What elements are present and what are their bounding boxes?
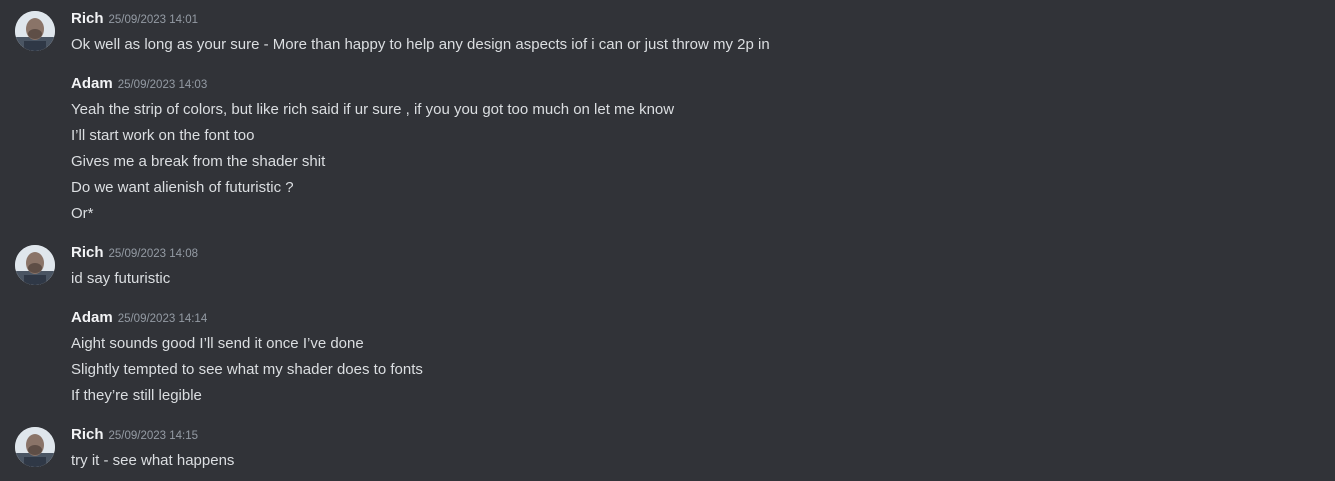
chat-message-list: Rich 25/09/2023 14:01 Ok well as long as … xyxy=(0,0,1335,481)
user-avatar-icon xyxy=(15,11,55,51)
message-text: Or* xyxy=(71,205,94,222)
message-header: Rich 25/09/2023 14:01 xyxy=(71,6,1315,32)
message-header: Rich 25/09/2023 14:08 xyxy=(71,240,1315,266)
message-text: id say futuristic xyxy=(71,270,171,287)
author-name[interactable]: Adam xyxy=(71,75,113,92)
avatar[interactable] xyxy=(15,245,55,285)
message-text: try it - see what happens xyxy=(71,452,235,469)
avatar[interactable] xyxy=(15,11,55,51)
message-text: Slightly tempted to see what my shader d… xyxy=(71,361,423,378)
message-text: Aight sounds good I’ll send it once I’ve… xyxy=(71,335,364,352)
message-group: Rich 25/09/2023 14:01 Ok well as long as … xyxy=(0,6,1335,58)
author-name[interactable]: Rich xyxy=(71,426,104,443)
avatar[interactable] xyxy=(15,427,55,467)
author-name[interactable]: Adam xyxy=(71,309,113,326)
message-timestamp[interactable]: 25/09/2023 14:08 xyxy=(109,248,199,260)
message-text: I’ll start work on the font too xyxy=(71,127,255,144)
message-timestamp[interactable]: 25/09/2023 14:01 xyxy=(109,14,199,26)
message-group: Adam 25/09/2023 14:03 Yeah the strip of c… xyxy=(0,71,1335,227)
message-group: Rich 25/09/2023 14:08 id say futuristic xyxy=(0,240,1335,292)
message-text: If they’re still legible xyxy=(71,387,202,404)
message-text: Yeah the strip of colors, but like rich … xyxy=(71,101,675,118)
message-header: Adam 25/09/2023 14:03 xyxy=(71,71,1315,97)
user-avatar-icon xyxy=(15,427,55,467)
message-header: Rich 25/09/2023 14:15 xyxy=(71,422,1315,448)
message-group: Rich 25/09/2023 14:15 try it - see what h… xyxy=(0,422,1335,474)
message-text: Gives me a break from the shader shit xyxy=(71,153,326,170)
message-text: Do we want alienish of futuristic ? xyxy=(71,179,294,196)
message-group: Adam 25/09/2023 14:14 Aight sounds good I… xyxy=(0,305,1335,409)
message-timestamp[interactable]: 25/09/2023 14:03 xyxy=(118,79,208,91)
message-timestamp[interactable]: 25/09/2023 14:14 xyxy=(118,313,208,325)
message-timestamp[interactable]: 25/09/2023 14:15 xyxy=(109,430,199,442)
author-name[interactable]: Rich xyxy=(71,244,104,261)
message-text: Ok well as long as your sure - More than… xyxy=(71,36,770,53)
message-header: Adam 25/09/2023 14:14 xyxy=(71,305,1315,331)
author-name[interactable]: Rich xyxy=(71,10,104,27)
user-avatar-icon xyxy=(15,245,55,285)
